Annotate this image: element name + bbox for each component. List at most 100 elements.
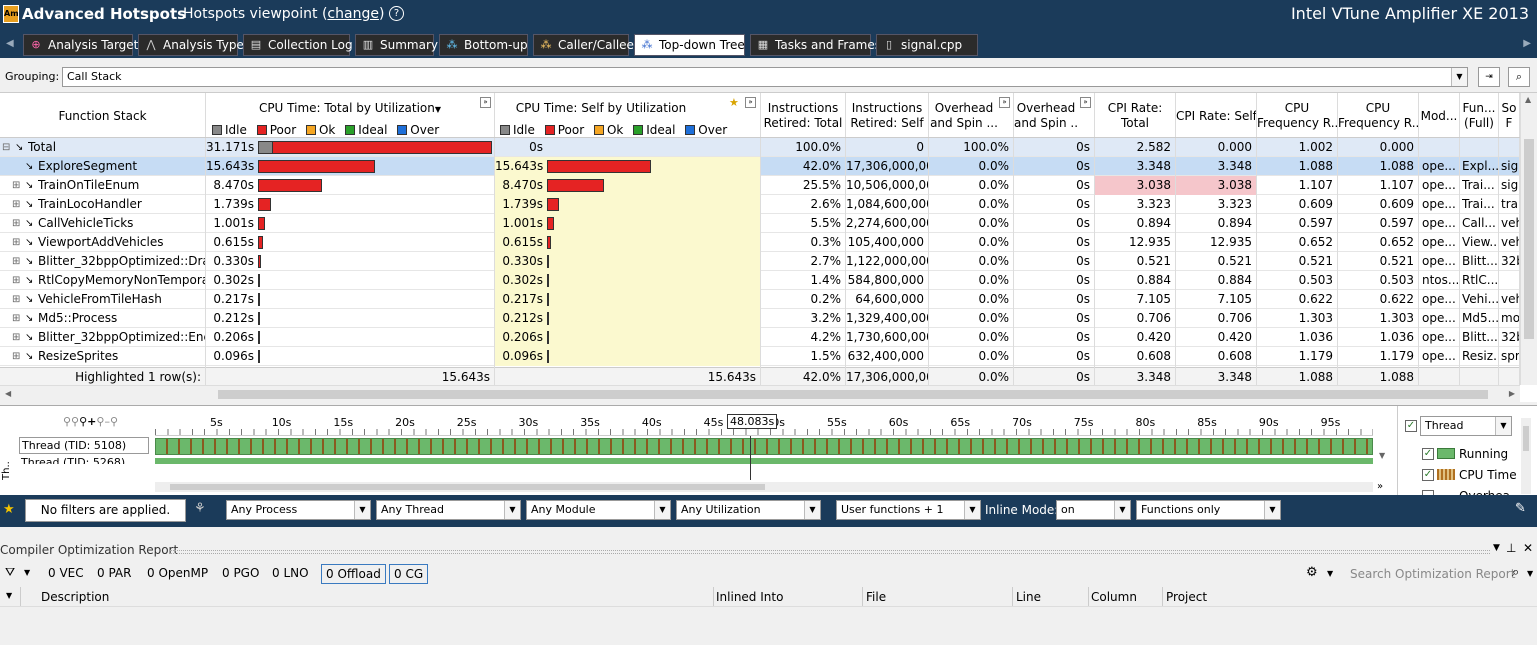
header-cpu-total[interactable]: CPU Time: Total by Utilization▼ bbox=[206, 101, 494, 117]
close-icon[interactable]: ✕ bbox=[1523, 541, 1533, 555]
tab-caller-callee[interactable]: ⁂ Caller/Callee bbox=[533, 34, 634, 56]
expand-toggle-icon[interactable]: ⊞ bbox=[12, 195, 24, 214]
header-function-stack[interactable]: Function Stack bbox=[0, 109, 205, 124]
notes-icon[interactable]: ✎ bbox=[1515, 501, 1526, 516]
star-icon[interactable]: ★ bbox=[729, 96, 739, 109]
scroll-left-icon[interactable]: ◀ bbox=[5, 389, 11, 398]
header-inst-self[interactable]: Instructions Retired: Self bbox=[846, 101, 928, 131]
process-filter[interactable]: Any Process ▼ bbox=[226, 500, 371, 520]
expand-toggle-icon[interactable]: ⊞ bbox=[12, 233, 24, 252]
pin-icon[interactable]: ⊥ bbox=[1506, 541, 1516, 555]
par-filter-button[interactable]: 0 PAR bbox=[93, 564, 135, 584]
col-description[interactable]: Description bbox=[41, 590, 109, 604]
openmp-filter-button[interactable]: 0 OpenMP bbox=[143, 564, 212, 584]
header-overhead-self[interactable]: Overhead and Spin ... bbox=[1014, 101, 1078, 131]
cpu-self-value: 1.001s bbox=[502, 216, 543, 230]
thread-5268-track[interactable] bbox=[155, 458, 1373, 464]
functions-only-select[interactable]: Functions only ▼ bbox=[1136, 500, 1281, 520]
legend-cputime-checkbox[interactable]: ✓ bbox=[1422, 469, 1434, 481]
expand-icon[interactable]: » bbox=[1377, 481, 1383, 492]
timeline-scrollbar[interactable] bbox=[155, 482, 1373, 492]
tab-scroll-left-icon[interactable]: ◀ bbox=[6, 38, 14, 49]
col-project[interactable]: Project bbox=[1166, 590, 1207, 604]
tab-tasks-and-frames[interactable]: ▦ Tasks and Frames bbox=[750, 34, 881, 56]
expand-columns-icon[interactable]: ⇥ bbox=[1478, 67, 1500, 87]
expand-all-icon[interactable]: ▼ bbox=[6, 591, 12, 600]
grid-vertical-scrollbar[interactable]: ▲ bbox=[1520, 93, 1537, 385]
thread-filter[interactable]: Any Thread ▼ bbox=[376, 500, 521, 520]
collapse-column-icon[interactable]: » bbox=[745, 97, 756, 108]
vec-filter-button[interactable]: 0 VEC bbox=[44, 564, 88, 584]
header-cpi-total[interactable]: CPI Rate: Total bbox=[1095, 101, 1175, 131]
gear-icon[interactable]: ⚙ bbox=[1306, 565, 1318, 580]
header-function-full[interactable]: Fun... (Full) bbox=[1460, 101, 1498, 131]
tab-summary[interactable]: ▥ Summary bbox=[355, 34, 438, 56]
tab-analysis-type[interactable]: ⋀ Analysis Type bbox=[138, 34, 244, 56]
col-inlined-into[interactable]: Inlined Into bbox=[716, 590, 783, 604]
grouping-select[interactable]: Call Stack ▼ bbox=[62, 67, 1468, 87]
expand-toggle-icon[interactable]: ⊞ bbox=[12, 347, 24, 366]
header-source[interactable]: So F bbox=[1499, 101, 1519, 131]
expand-toggle-icon[interactable]: ⊞ bbox=[12, 252, 24, 271]
change-viewpoint-link[interactable]: change bbox=[327, 6, 379, 22]
grid-horizontal-scrollbar[interactable]: ◀ ▶ bbox=[0, 385, 1520, 402]
expand-toggle-icon[interactable]: ⊞ bbox=[12, 271, 24, 290]
funnel-icon[interactable]: ⛛ bbox=[5, 565, 15, 580]
header-freq-self[interactable]: CPU Frequency R... bbox=[1338, 101, 1418, 131]
scroll-right-icon[interactable]: ▶ bbox=[1509, 389, 1515, 398]
star-icon[interactable]: ★ bbox=[3, 502, 15, 517]
expand-toggle-icon[interactable]: ⊞ bbox=[12, 214, 24, 233]
header-cpi-self[interactable]: CPI Rate: Self bbox=[1176, 109, 1256, 124]
col-file[interactable]: File bbox=[866, 590, 886, 604]
expand-toggle-icon[interactable]: ⊟ bbox=[2, 138, 14, 157]
expand-toggle-icon[interactable]: ⊞ bbox=[12, 176, 24, 195]
col-column[interactable]: Column bbox=[1091, 590, 1137, 604]
tab-analysis-target[interactable]: ⊕ Analysis Target bbox=[23, 34, 138, 56]
search-icon[interactable]: ⌕ bbox=[1508, 67, 1530, 87]
filter-icon[interactable]: ⚘ bbox=[194, 501, 206, 516]
tab-bottom-up[interactable]: ⁂ Bottom-up bbox=[439, 34, 528, 56]
tab-top-down-tree[interactable]: ⁂ Top-down Tree bbox=[634, 34, 745, 56]
tab-scroll-right-icon[interactable]: ▶ bbox=[1523, 38, 1531, 49]
expand-toggle-icon[interactable]: ⊞ bbox=[12, 290, 24, 309]
dropdown-icon[interactable]: ▼ bbox=[1327, 569, 1333, 578]
expand-toggle-icon[interactable] bbox=[12, 157, 24, 176]
legend-type-select[interactable]: Thread ▼ bbox=[1420, 416, 1512, 436]
scroll-down-icon[interactable]: ▼ bbox=[1379, 451, 1385, 460]
help-icon[interactable]: ? bbox=[389, 6, 404, 21]
dropdown-icon[interactable]: ▼ bbox=[1493, 543, 1500, 553]
cg-filter-button[interactable]: 0 CG bbox=[389, 564, 429, 584]
header-inst-total[interactable]: Instructions Retired: Total bbox=[761, 101, 845, 131]
inline-mode-select[interactable]: on ▼ bbox=[1056, 500, 1131, 520]
search-icon[interactable]: ⌕ bbox=[1512, 565, 1519, 580]
lno-filter-button[interactable]: 0 LNO bbox=[268, 564, 313, 584]
scroll-up-icon[interactable]: ▲ bbox=[1525, 95, 1531, 104]
expand-toggle-icon[interactable]: ⊞ bbox=[12, 309, 24, 328]
functions-filter[interactable]: User functions + 1 ▼ bbox=[836, 500, 981, 520]
legend-running-checkbox[interactable]: ✓ bbox=[1422, 448, 1434, 460]
header-freq-total[interactable]: CPU Frequency R... bbox=[1257, 101, 1337, 131]
tab-collection-log[interactable]: ▤ Collection Log bbox=[243, 34, 353, 56]
thread-label-5108[interactable]: Thread (TID: 5108) bbox=[19, 437, 149, 454]
dropdown-icon[interactable]: ▼ bbox=[24, 568, 30, 577]
module-filter[interactable]: Any Module ▼ bbox=[526, 500, 671, 520]
inst-self-value: 632,400,000 bbox=[847, 349, 924, 363]
expand-toggle-icon[interactable]: ⊞ bbox=[12, 328, 24, 347]
legend-thread-checkbox[interactable]: ✓ bbox=[1405, 420, 1417, 432]
thread-label-5268[interactable]: Thread (TID: 5268) bbox=[19, 455, 149, 464]
utilization-filter[interactable]: Any Utilization ▼ bbox=[676, 500, 821, 520]
offload-filter-button[interactable]: 0 Offload bbox=[321, 564, 386, 584]
opt-search-input[interactable]: Search Optimization Report bbox=[1346, 564, 1515, 584]
legend-scrollbar[interactable] bbox=[1521, 418, 1531, 494]
collapse-column-icon[interactable]: » bbox=[999, 97, 1010, 108]
tab-signal-cpp[interactable]: ▯ signal.cpp bbox=[876, 34, 978, 56]
pgo-filter-button[interactable]: 0 PGO bbox=[218, 564, 263, 584]
header-cpu-self[interactable]: CPU Time: Self by Utilization bbox=[495, 101, 707, 116]
header-overhead-total[interactable]: Overhead and Spin ... bbox=[929, 101, 999, 131]
col-line[interactable]: Line bbox=[1016, 590, 1041, 604]
collapse-column-icon[interactable]: » bbox=[1080, 97, 1091, 108]
dropdown-icon[interactable]: ▼ bbox=[1527, 569, 1533, 578]
header-module[interactable]: Mod... bbox=[1419, 109, 1459, 124]
collapse-column-icon[interactable]: » bbox=[480, 97, 491, 108]
thread-5108-track[interactable] bbox=[155, 438, 1373, 455]
